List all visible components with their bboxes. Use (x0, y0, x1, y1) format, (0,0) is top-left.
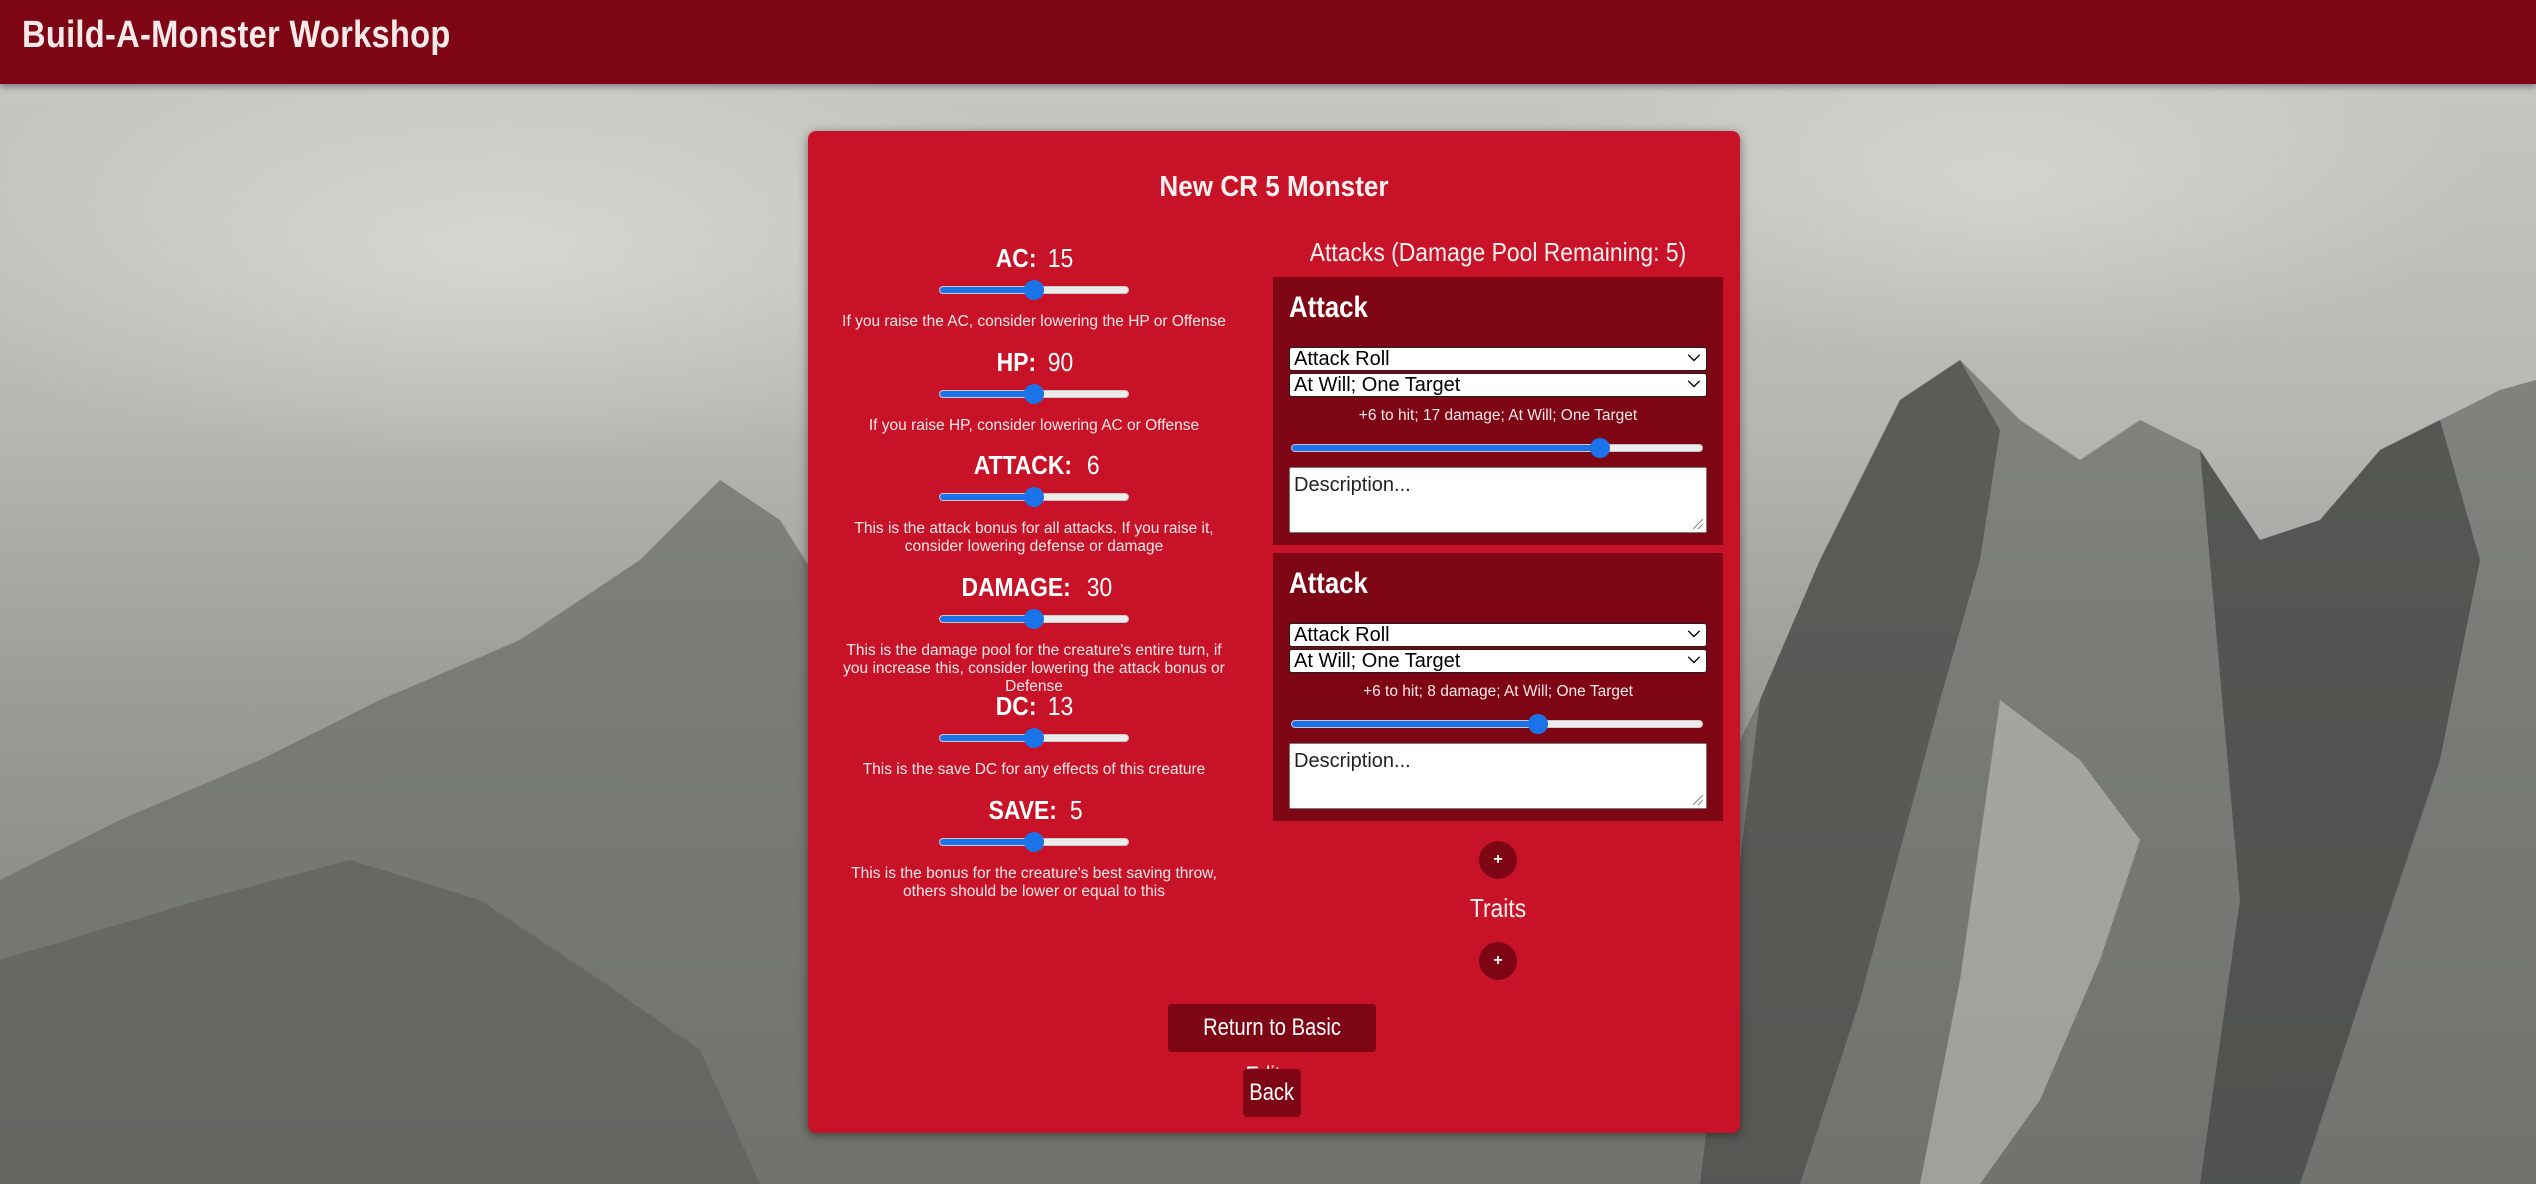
stat-hint: This is the save DC for any effects of t… (862, 761, 1206, 778)
app-header: Build-A-Monster Workshop (0, 0, 2536, 84)
stat-label: AC: (995, 243, 1037, 273)
stat-hint: If you raise HP, consider lowering AC or… (868, 417, 1200, 434)
attack-type-value: Attack Roll (1294, 348, 1390, 370)
stat-hint: If you raise the AC, consider lowering t… (842, 313, 1226, 330)
traits-heading: Traits (1469, 893, 1527, 923)
attack-description-input[interactable]: Description... (1289, 743, 1707, 809)
stat-value: 13 (1048, 691, 1074, 721)
slider-fill (1292, 445, 1601, 451)
stat-hint: This is the damage pool for the creature… (843, 642, 1225, 695)
stat-value: 30 (1087, 572, 1113, 602)
chevron-down-icon: ⌵ (1687, 624, 1700, 641)
description-placeholder: Description... (1294, 750, 1411, 772)
attack-card: Attack Attack Roll ⌵ At Will; One Target ⌵ +6… (1273, 553, 1723, 821)
attack-damage-slider[interactable] (1291, 713, 1703, 735)
stat-save: SAVE: 5 This is the bonus for the creatur… (820, 793, 1248, 901)
slider-fill (940, 839, 1035, 845)
attack-summary: +6 to hit; 8 damage; At Will; One Target (1363, 683, 1633, 700)
attack-summary: +6 to hit; 17 damage; At Will; One Targe… (1358, 407, 1638, 424)
attack-type-select[interactable]: Attack Roll ⌵ (1289, 623, 1707, 647)
slider-thumb[interactable] (1024, 487, 1044, 507)
slider-fill (940, 287, 1035, 293)
stat-value: 5 (1070, 795, 1083, 825)
chevron-down-icon: ⌵ (1687, 650, 1700, 667)
attack-usage-value: At Will; One Target (1294, 374, 1461, 396)
slider-track (1291, 444, 1703, 452)
stat-label-row: AC: 15 (820, 241, 1248, 275)
back-button[interactable]: Back (1243, 1069, 1301, 1117)
slider-thumb[interactable] (1590, 438, 1610, 458)
stat-slider[interactable] (939, 831, 1129, 853)
slider-thumb[interactable] (1528, 714, 1549, 734)
attack-title: Attack (1289, 291, 1368, 324)
app-title: Build-A-Monster Workshop (22, 14, 451, 56)
stat-attack: ATTACK: 6 This is the attack bonus for al… (820, 448, 1248, 556)
description-placeholder: Description... (1294, 474, 1411, 496)
resize-grip-icon[interactable] (1693, 795, 1703, 805)
stat-hp: HP: 90 If you raise HP, consider lowering… (820, 345, 1248, 435)
attack-card: Attack Attack Roll ⌵ At Will; One Target ⌵ +6… (1273, 277, 1723, 545)
return-to-basic-editor-button[interactable]: Return to Basic Editor (1168, 1004, 1376, 1089)
chevron-down-icon: ⌵ (1687, 348, 1700, 365)
stat-value: 90 (1047, 347, 1073, 377)
attack-title: Attack (1289, 567, 1368, 600)
attack-usage-value: At Will; One Target (1294, 650, 1461, 672)
stat-label: HP: (996, 347, 1036, 377)
stat-label-row: HP: 90 (820, 345, 1248, 379)
stat-hint: This is the bonus for the creature's bes… (851, 865, 1217, 900)
slider-fill (1292, 721, 1540, 727)
monster-editor-card: New CR 5 Monster AC: 15 If you raise the … (808, 131, 1740, 1133)
attack-damage-slider[interactable] (1291, 437, 1703, 459)
stat-slider[interactable] (939, 486, 1129, 508)
slider-thumb[interactable] (1024, 609, 1044, 629)
stat-label-row: DC: 13 (820, 689, 1248, 723)
attack-usage-select[interactable]: At Will; One Target ⌵ (1289, 649, 1707, 673)
slider-track (1291, 720, 1703, 728)
stat-label: DC: (995, 691, 1037, 721)
stat-value: 6 (1087, 450, 1100, 480)
slider-thumb[interactable] (1024, 384, 1044, 404)
chevron-down-icon: ⌵ (1687, 374, 1700, 391)
stat-slider[interactable] (939, 608, 1129, 630)
stat-label: SAVE: (989, 795, 1058, 825)
stat-label-row: ATTACK: 6 (820, 448, 1248, 482)
stat-label: DAMAGE: (961, 572, 1071, 602)
attack-usage-select[interactable]: At Will; One Target ⌵ (1289, 373, 1707, 397)
attack-type-value: Attack Roll (1294, 624, 1390, 646)
slider-thumb[interactable] (1024, 280, 1044, 300)
slider-fill (940, 735, 1035, 741)
stat-damage: DAMAGE: 30 This is the damage pool for th… (820, 570, 1248, 696)
stat-slider[interactable] (939, 279, 1129, 301)
stat-slider[interactable] (939, 727, 1129, 749)
stat-hint: This is the attack bonus for all attacks… (854, 520, 1214, 555)
stat-dc: DC: 13 This is the save DC for any effect… (820, 689, 1248, 779)
stat-value: 15 (1048, 243, 1074, 273)
add-attack-button[interactable]: + (1479, 841, 1517, 879)
stat-slider[interactable] (939, 383, 1129, 405)
slider-thumb[interactable] (1024, 728, 1044, 748)
resize-grip-icon[interactable] (1693, 519, 1703, 529)
monster-title: New CR 5 Monster (1159, 171, 1389, 203)
back-button-label: Back (1249, 1079, 1295, 1106)
attacks-heading: Attacks (Damage Pool Remaining: 5) (1309, 237, 1687, 267)
stat-label-row: DAMAGE: 30 (820, 570, 1248, 604)
slider-fill (940, 391, 1035, 397)
slider-fill (940, 616, 1035, 622)
slider-fill (940, 494, 1035, 500)
attack-type-select[interactable]: Attack Roll ⌵ (1289, 347, 1707, 371)
slider-thumb[interactable] (1024, 832, 1044, 852)
attack-description-input[interactable]: Description... (1289, 467, 1707, 533)
stat-label-row: SAVE: 5 (820, 793, 1248, 827)
add-trait-button[interactable]: + (1479, 942, 1517, 980)
stat-label: ATTACK: (974, 450, 1073, 480)
stat-ac: AC: 15 If you raise the AC, consider lowe… (820, 241, 1248, 331)
